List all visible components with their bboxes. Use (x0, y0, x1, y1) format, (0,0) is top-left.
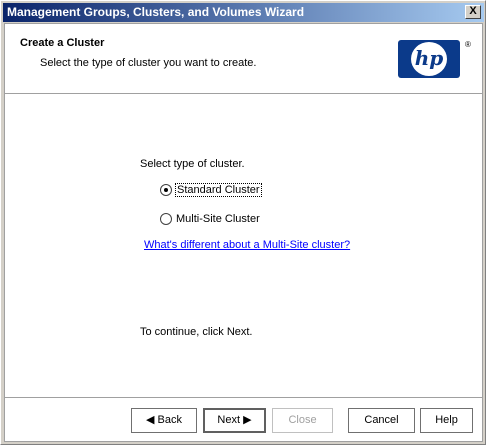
wizard-content: Create a Cluster Select the type of clus… (4, 23, 483, 442)
help-button[interactable]: Help (420, 408, 473, 433)
window-title: Management Groups, Clusters, and Volumes… (7, 5, 305, 19)
next-button[interactable]: Next ▶ (203, 408, 266, 433)
cancel-button[interactable]: Cancel (348, 408, 415, 433)
next-arrow-icon: ▶ (243, 414, 252, 426)
footer-divider (5, 397, 482, 398)
close-window-button[interactable]: X (465, 5, 481, 19)
close-button: Close (272, 408, 333, 433)
multi-site-help-link[interactable]: What's different about a Multi-Site clus… (144, 239, 350, 251)
back-arrow-icon: ◀ (146, 414, 155, 426)
radio-selected-icon[interactable] (160, 184, 172, 196)
title-bar: Management Groups, Clusters, and Volumes… (3, 3, 484, 22)
page-title: Create a Cluster (20, 37, 105, 49)
wizard-window: Management Groups, Clusters, and Volumes… (0, 0, 486, 445)
radio-standard-cluster[interactable]: Standard Cluster (160, 183, 262, 197)
continue-instruction: To continue, click Next. (140, 326, 253, 338)
radio-label: Multi-Site Cluster (176, 213, 260, 225)
page-subtitle: Select the type of cluster you want to c… (40, 57, 257, 69)
wizard-header: Create a Cluster Select the type of clus… (5, 24, 482, 94)
radio-multi-site-cluster[interactable]: Multi-Site Cluster (160, 213, 260, 225)
hp-logo: hp (398, 40, 460, 78)
back-button[interactable]: ◀ Back (131, 408, 197, 433)
radio-unselected-icon[interactable] (160, 213, 172, 225)
radio-label: Standard Cluster (175, 183, 262, 197)
cluster-type-prompt: Select type of cluster. (140, 158, 245, 170)
registered-mark: ® (465, 40, 471, 49)
